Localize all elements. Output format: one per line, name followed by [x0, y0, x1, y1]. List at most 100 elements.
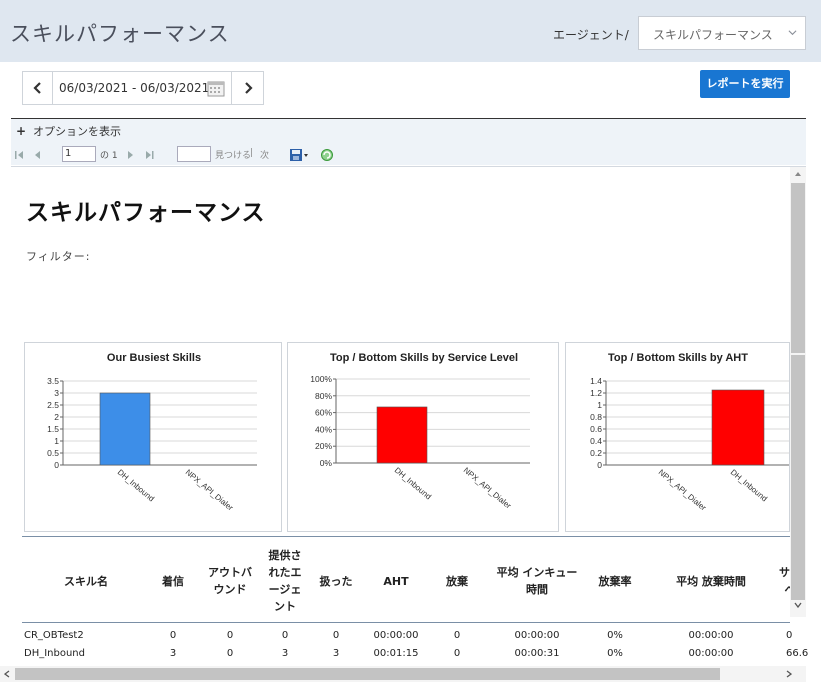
y-tick-label: 40% — [315, 424, 332, 434]
vertical-scroll-thumb[interactable] — [791, 183, 805, 353]
table-cell: 0 — [453, 630, 461, 641]
chevron-right-icon — [245, 82, 253, 94]
x-category-label: DH_Inbound — [116, 468, 156, 504]
y-tick-label: 3.5 — [47, 376, 59, 386]
chart-title: Top / Bottom Skills by AHT — [608, 352, 748, 364]
y-tick-label: 2 — [54, 412, 59, 422]
report-title: スキルパフォーマンス — [26, 200, 266, 226]
find-next-link[interactable]: 次 — [260, 148, 269, 161]
column-header[interactable]: 平均 放棄時間 — [661, 573, 761, 590]
x-category-label: NPX_API_Dialer — [184, 468, 235, 513]
y-tick-label: 0% — [320, 458, 333, 468]
y-tick-label: 20% — [315, 441, 332, 451]
vertical-scroll-thumb-lower[interactable] — [791, 355, 805, 600]
show-options-link[interactable]: オプションを表示 — [33, 123, 121, 139]
table-cell: 00:00:31 — [514, 648, 560, 659]
report-select-value: スキルパフォーマンス — [653, 28, 773, 42]
filter-label: フィルター: — [26, 250, 91, 263]
table-cell: 00:00:00 — [514, 630, 560, 641]
calendar-icon[interactable] — [207, 80, 225, 97]
table-cell: 00:00:00 — [688, 630, 734, 641]
horizontal-scroll-thumb[interactable] — [15, 668, 720, 680]
column-header-line: 平均 放棄時間 — [676, 574, 746, 588]
table-cell: 00:00:00 — [688, 648, 734, 659]
y-tick-label: 0.4 — [590, 436, 602, 446]
find-input[interactable] — [177, 146, 211, 162]
chart-service-level-svg: Top / Bottom Skills by Service Level 0% 20… — [310, 352, 530, 511]
bar — [376, 406, 428, 464]
y-tick-label: 0.8 — [590, 412, 602, 422]
vertical-scrollbar[interactable] — [790, 167, 806, 617]
chart-busiest-skills-svg: Our Busiest Skills 0 0.5 1 1.5 2 2.5 3 3.5 DH_Inb… — [47, 352, 257, 513]
prev-page-icon[interactable] — [32, 148, 44, 162]
prev-date-button[interactable] — [23, 72, 53, 104]
report-select[interactable]: スキルパフォーマンス — [638, 16, 806, 50]
column-header-line: 提供さ — [268, 549, 302, 562]
y-tick-label: 0.5 — [47, 448, 59, 458]
breadcrumb-agent[interactable]: エージェント/ — [553, 26, 629, 43]
table-cell: 0 — [453, 648, 461, 659]
column-header-line: ント — [274, 600, 296, 613]
y-tick-label: 1.4 — [590, 376, 602, 386]
chart-service-level: Top / Bottom Skills by Service Level 0% 20… — [287, 342, 559, 532]
x-category-label: NPX_API_Dialer — [657, 468, 708, 513]
chevron-down-icon — [788, 30, 797, 36]
column-header-line: スキル名 — [64, 574, 108, 588]
last-page-icon[interactable] — [143, 148, 155, 162]
next-date-button[interactable] — [231, 72, 263, 104]
y-tick-label: 0 — [597, 460, 602, 470]
chart-title: Our Busiest Skills — [107, 352, 201, 364]
y-tick-label: 0.6 — [590, 424, 602, 434]
refresh-icon[interactable] — [320, 148, 334, 162]
column-header[interactable]: スキル名 — [36, 573, 136, 590]
bar — [711, 389, 765, 466]
page-number-input[interactable]: 1 — [62, 146, 96, 162]
chart-title: Top / Bottom Skills by Service Level — [330, 352, 518, 364]
table-top-border — [22, 536, 790, 537]
y-tick-label: 100% — [310, 374, 332, 384]
date-range-picker: 06/03/2021 - 06/03/2021 — [22, 71, 264, 105]
scroll-down-icon[interactable] — [794, 602, 802, 608]
table-cell: 0 — [786, 630, 793, 641]
table-cell: 0% — [607, 630, 623, 641]
y-tick-label: 0.2 — [590, 448, 602, 458]
table-cell: 0% — [607, 648, 623, 659]
column-header[interactable]: 放棄率 — [565, 573, 665, 590]
save-icon[interactable] — [289, 148, 311, 162]
page-count-label: の 1 — [100, 151, 118, 161]
page-title: スキルパフォーマンス — [10, 22, 230, 46]
x-category-label: DH_Inbound — [729, 468, 769, 504]
plus-icon[interactable]: + — [16, 124, 26, 138]
y-tick-label: 80% — [315, 391, 332, 401]
y-tick-label: 1 — [54, 436, 59, 446]
horizontal-scrollbar[interactable] — [0, 666, 806, 682]
table-cell-skill-name: CR_OBTest2 — [24, 630, 84, 641]
table-cell-skill-name: DH_Inbound — [24, 648, 85, 659]
y-tick-label: 2.5 — [47, 400, 59, 410]
table-cell: 66.6 — [786, 648, 809, 659]
first-page-icon[interactable] — [14, 148, 26, 162]
toolbar-separator — [11, 166, 806, 167]
scroll-left-icon[interactable] — [4, 670, 10, 678]
date-range-input[interactable]: 06/03/2021 - 06/03/2021 — [59, 81, 209, 95]
y-tick-label: 1.5 — [47, 424, 59, 434]
y-tick-label: 60% — [315, 408, 332, 418]
y-tick-label: 1.2 — [590, 388, 602, 398]
next-page-icon[interactable] — [124, 148, 136, 162]
y-tick-label: 0 — [54, 460, 59, 470]
chevron-left-icon — [33, 82, 41, 94]
y-tick-label: 3 — [54, 388, 59, 398]
find-separator: | — [250, 148, 254, 158]
x-category-label: NPX_API_Dialer — [462, 466, 513, 511]
scroll-up-icon[interactable] — [794, 171, 802, 177]
scroll-right-icon[interactable] — [786, 670, 792, 678]
run-report-button[interactable]: レポートを実行 — [700, 70, 790, 98]
column-header-line: 放棄率 — [598, 574, 632, 588]
chart-busiest-skills: Our Busiest Skills 0 0.5 1 1.5 2 2.5 3 3.5 DH_Inb… — [24, 342, 282, 532]
chart-aht: Top / Bottom Skills by AHT 0 0.2 0.4 0.6 0.8 1… — [565, 342, 790, 532]
chart-aht-svg: Top / Bottom Skills by AHT 0 0.2 0.4 0.6 0.8 1… — [590, 352, 789, 513]
x-category-label: DH_Inbound — [393, 466, 433, 502]
y-tick-label: 1 — [597, 400, 602, 410]
find-link[interactable]: 見つける — [215, 148, 251, 161]
table-header-border — [22, 622, 790, 623]
